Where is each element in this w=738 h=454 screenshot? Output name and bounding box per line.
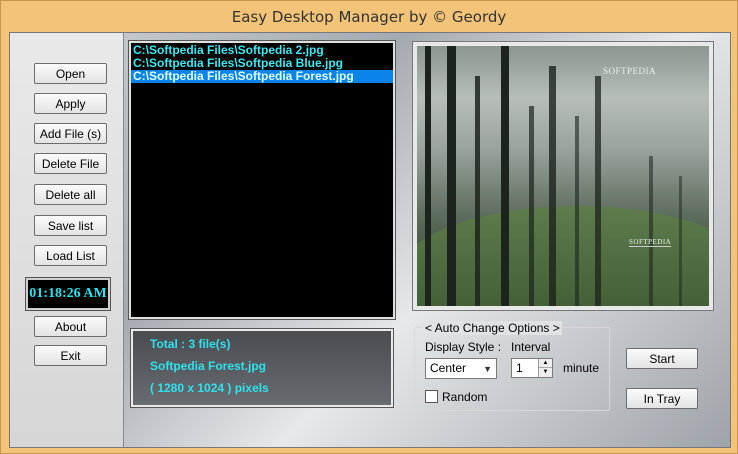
file-list-item-selected[interactable]: C:\Softpedia Files\Softpedia Forest.jpg [131,70,393,83]
chevron-down-icon: ▼ [483,364,492,374]
delete-all-button[interactable]: Delete all [34,184,107,205]
arrow-up-icon[interactable]: ▲ [539,359,552,368]
current-filename-text: Softpedia Forest.jpg [150,359,267,373]
auto-change-options-group: < Auto Change Options > Display Style : … [414,321,610,411]
random-label: Random [442,390,488,404]
start-button[interactable]: Start [626,348,698,369]
tree-shape [501,46,509,306]
about-button[interactable]: About [34,316,107,337]
watermark-top: SOFTPEDIA [603,66,657,76]
interval-stepper[interactable]: 1 ▲ ▼ [511,358,553,378]
file-list[interactable]: C:\Softpedia Files\Softpedia 2.jpg C:\So… [128,40,396,320]
random-checkbox[interactable] [425,390,438,403]
stepper-buttons: ▲ ▼ [538,359,552,377]
display-style-label: Display Style : [425,340,502,354]
file-info-panel: Total : 3 file(s) Softpedia Forest.jpg (… [130,328,394,408]
delete-file-button[interactable]: Delete File [34,153,107,174]
preview-image: SOFTPEDIA SOFTPEDIA [417,46,709,306]
save-list-button[interactable]: Save list [34,215,107,236]
tree-shape [425,46,431,306]
apply-button[interactable]: Apply [34,93,107,114]
sidebar: Open Apply Add File (s) Delete File Dele… [10,33,124,447]
tree-shape [595,76,601,306]
tree-shape [649,156,653,306]
interval-value: 1 [516,361,523,375]
window-title: Easy Desktop Manager by © Geordy [231,7,507,26]
display-style-select[interactable]: Center ▼ [425,358,497,379]
image-dimensions-text: ( 1280 x 1024 ) pixels [150,381,269,395]
open-button[interactable]: Open [34,63,107,84]
interval-unit-label: minute [563,361,600,375]
tree-shape [575,116,579,306]
in-tray-button[interactable]: In Tray [626,388,698,409]
tree-shape [679,176,682,306]
auto-change-options-title: < Auto Change Options > [423,321,562,335]
client-area: Open Apply Add File (s) Delete File Dele… [9,32,731,448]
arrow-down-icon[interactable]: ▼ [539,368,552,377]
tree-shape [529,106,534,306]
total-files-text: Total : 3 file(s) [150,337,231,351]
tree-shape [475,76,480,306]
image-preview: SOFTPEDIA SOFTPEDIA [412,41,714,311]
clock-display: 01:18:26 AM [25,277,111,311]
add-file-button[interactable]: Add File (s) [34,123,107,144]
watermark-bottom: SOFTPEDIA [629,238,672,247]
display-style-value: Center [430,361,467,375]
interval-label: Interval [511,340,551,354]
load-list-button[interactable]: Load List [34,245,107,266]
tree-shape [447,46,456,306]
hill-shape [417,206,709,306]
app-window: Easy Desktop Manager by © Geordy Open Ap… [0,0,738,454]
exit-button[interactable]: Exit [34,345,107,366]
tree-shape [549,66,556,306]
